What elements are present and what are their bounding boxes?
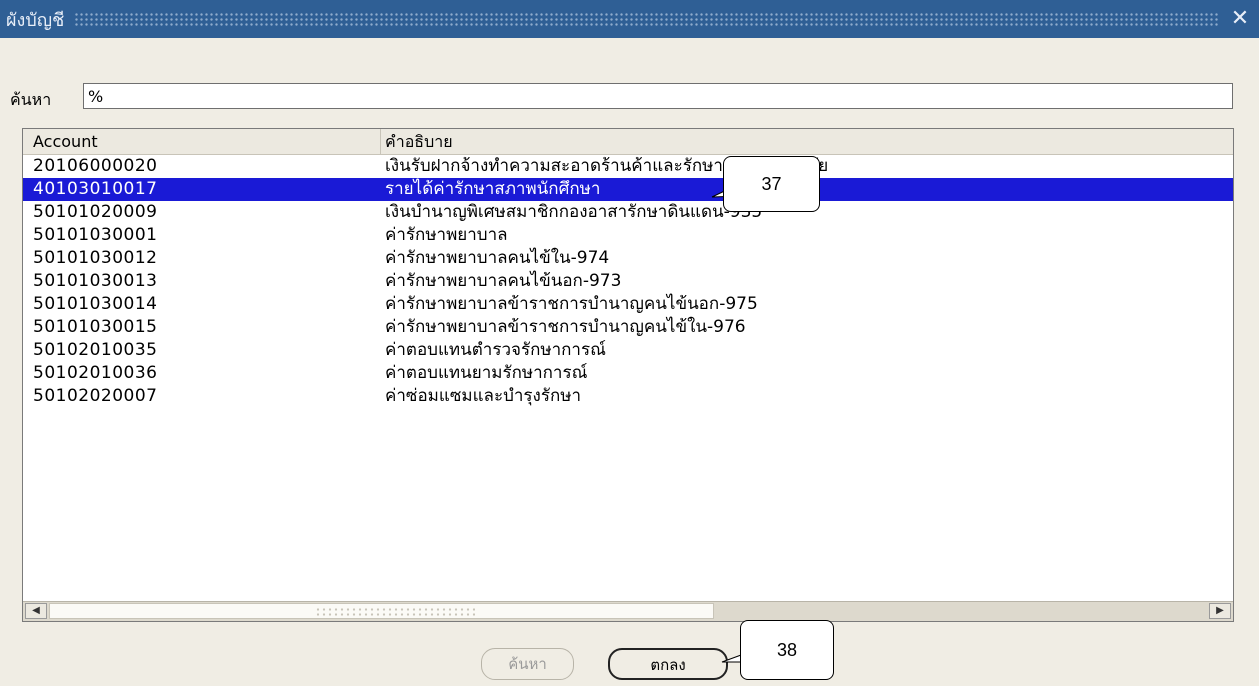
account-cell: 50101020009 <box>33 202 158 222</box>
column-header-description[interactable]: คำอธิบาย <box>381 129 1233 154</box>
table-row[interactable]: 50101030012 ค่ารักษาพยาบาลคนไข้ใน-974 <box>23 247 1233 270</box>
account-table: Account คำอธิบาย 20106000020 เงินรับฝากจ้… <box>22 128 1234 622</box>
account-cell: 50102010035 <box>33 340 158 360</box>
account-cell: 20106000020 <box>33 156 158 176</box>
table-row[interactable]: 50101030015 ค่ารักษาพยาบาลข้าราชการบำนาญค… <box>23 316 1233 339</box>
find-button[interactable]: ค้นหา <box>481 648 574 680</box>
account-cell: 50102010036 <box>33 363 158 383</box>
table-row[interactable]: 50102020007 ค่าซ่อมแซมและบำรุงรักษา <box>23 385 1233 408</box>
table-row[interactable]: 50101030001 ค่ารักษาพยาบาล <box>23 224 1233 247</box>
table-row[interactable]: 50102010035 ค่าตอบแทนตำรวจรักษาการณ์ <box>23 339 1233 362</box>
horizontal-scrollbar[interactable]: ◀ ▶ <box>23 601 1233 621</box>
description-cell: ค่ารักษาพยาบาลข้าราชการบำนาญคนไข้ใน-976 <box>385 317 746 337</box>
account-cell: 50101030001 <box>33 225 158 245</box>
table-row[interactable]: 50102010036 ค่าตอบแทนยามรักษาการณ์ <box>23 362 1233 385</box>
table-row[interactable]: 50101030014 ค่ารักษาพยาบาลข้าราชการบำนาญค… <box>23 293 1233 316</box>
description-cell: ค่ารักษาพยาบาลคนไข้ใน-974 <box>385 248 610 268</box>
table-row[interactable]: 50101030013 ค่ารักษาพยาบาลคนไข้นอก-973 <box>23 270 1233 293</box>
description-cell: ค่าตอบแทนตำรวจรักษาการณ์ <box>385 340 606 360</box>
table-row[interactable]: 50101020009 เงินบำนาญพิเศษสมาชิกกองอาสารั… <box>23 201 1233 224</box>
search-input[interactable] <box>83 83 1233 109</box>
description-cell: ค่ารักษาพยาบาล <box>385 225 508 245</box>
description-cell: ค่าตอบแทนยามรักษาการณ์ <box>385 363 588 383</box>
account-cell: 50102020007 <box>33 386 158 406</box>
close-icon[interactable]: ✕ <box>1227 6 1253 32</box>
scroll-left-icon[interactable]: ◀ <box>25 603 47 619</box>
title-bar: ผังบัญชี ✕ <box>0 0 1259 38</box>
table-header: Account คำอธิบาย <box>23 129 1233 155</box>
scroll-thumb[interactable] <box>49 603 714 619</box>
table-row[interactable]: 40103010017 รายได้ค่ารักษาสภาพนักศึกษา <box>23 178 1233 201</box>
callout-step-38: 38 <box>740 620 834 680</box>
account-cell: 40103010017 <box>33 179 158 199</box>
window-title: ผังบัญชี <box>6 9 65 31</box>
table-body: 20106000020 เงินรับฝากจ้างทำความสะอาดร้าน… <box>23 155 1233 408</box>
account-cell: 50101030014 <box>33 294 158 314</box>
account-cell: 50101030015 <box>33 317 158 337</box>
column-header-account[interactable]: Account <box>23 129 381 154</box>
callout-step-37: 37 <box>723 156 820 212</box>
table-row[interactable]: 20106000020 เงินรับฝากจ้างทำความสะอาดร้าน… <box>23 155 1233 178</box>
account-cell: 50101030013 <box>33 271 158 291</box>
description-cell: ค่าซ่อมแซมและบำรุงรักษา <box>385 386 582 406</box>
search-label: ค้นหา <box>10 90 52 109</box>
description-cell: ค่ารักษาพยาบาลคนไข้นอก-973 <box>385 271 622 291</box>
description-cell: ค่ารักษาพยาบาลข้าราชการบำนาญคนไข้นอก-975 <box>385 294 758 314</box>
title-bar-grip <box>74 12 1219 26</box>
scroll-grip <box>315 607 475 617</box>
ok-button[interactable]: ตกลง <box>608 648 728 680</box>
account-cell: 50101030012 <box>33 248 158 268</box>
scroll-right-icon[interactable]: ▶ <box>1209 603 1231 619</box>
